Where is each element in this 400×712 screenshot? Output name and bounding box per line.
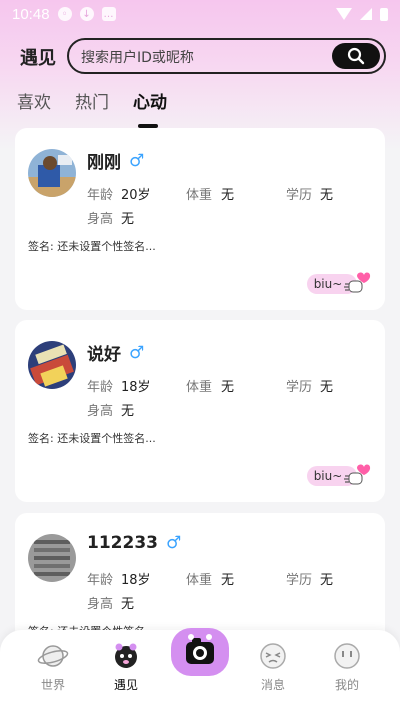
- tab-hot[interactable]: 热门: [75, 88, 109, 113]
- age-value: 20岁: [121, 188, 151, 203]
- signature-label: 签名:: [28, 240, 54, 253]
- meet-icon: [115, 643, 137, 668]
- wifi-icon: [336, 8, 352, 20]
- male-icon: ♂: [129, 150, 145, 171]
- biu-button[interactable]: biu~: [307, 268, 371, 294]
- nav-label: 遇见: [113, 678, 138, 692]
- avatar[interactable]: [28, 534, 76, 582]
- age-label: 年龄: [87, 380, 114, 395]
- profile-face-icon: [334, 643, 360, 669]
- height-value: 无: [121, 404, 135, 419]
- height-label: 身高: [87, 404, 114, 419]
- user-card[interactable]: 说好 ♂ 年龄 18岁 体重 无 学历 无 身高 无 签名: 还未设置个性签名.…: [15, 320, 385, 502]
- signature-text: 还未设置个性签名...: [57, 432, 156, 445]
- tab-bar: 喜欢 热门 心动: [0, 88, 400, 128]
- notification-icon: ◦: [57, 7, 72, 21]
- age-label: 年龄: [87, 573, 114, 588]
- height-value: 无: [121, 212, 135, 227]
- user-name: 112233: [87, 533, 158, 553]
- search-button[interactable]: [332, 43, 380, 69]
- camera-icon: [186, 634, 214, 664]
- heart-hand-icon: [344, 464, 371, 485]
- age-label: 年龄: [87, 188, 114, 203]
- planet-icon: [37, 645, 69, 667]
- nav-profile[interactable]: 我的: [317, 642, 377, 693]
- nav-meet[interactable]: 遇见: [96, 642, 156, 693]
- nav-world[interactable]: 世界: [23, 642, 83, 693]
- weight-value: 无: [221, 188, 235, 203]
- biu-button[interactable]: biu~: [307, 460, 371, 486]
- height-value: 无: [121, 597, 135, 612]
- user-name: 刚刚: [87, 153, 121, 173]
- age-value: 18岁: [121, 380, 151, 395]
- status-time: 10:48: [12, 5, 50, 23]
- weight-value: 无: [221, 573, 235, 588]
- tab-like[interactable]: 喜欢: [17, 88, 51, 113]
- download-icon: ↓: [79, 7, 94, 21]
- male-icon: ♂: [129, 342, 145, 363]
- signature: 签名: 还未设置个性签名...: [28, 430, 156, 446]
- age-value: 18岁: [121, 573, 151, 588]
- header: 遇见 搜索用户ID或昵称: [0, 38, 400, 74]
- signature: 签名: 还未设置个性签名...: [28, 238, 156, 254]
- nav-label: 世界: [40, 678, 65, 692]
- nav-messages[interactable]: 消息: [243, 642, 303, 693]
- weight-label: 体重: [186, 188, 213, 203]
- avatar[interactable]: [28, 341, 76, 389]
- weight-label: 体重: [186, 380, 213, 395]
- tab-heartbeat[interactable]: 心动: [133, 88, 167, 113]
- signature-text: 还未设置个性签名...: [57, 240, 156, 253]
- avatar[interactable]: [28, 149, 76, 197]
- nav-label: 消息: [260, 678, 285, 692]
- search-placeholder: 搜索用户ID或昵称: [81, 50, 194, 66]
- education-label: 学历: [286, 573, 313, 588]
- heart-hand-icon: [344, 272, 371, 293]
- education-value: 无: [320, 188, 334, 203]
- page-title: 遇见: [20, 48, 56, 69]
- education-value: 无: [320, 573, 334, 588]
- education-label: 学历: [286, 188, 313, 203]
- height-label: 身高: [87, 597, 114, 612]
- bottom-nav: 世界 遇见 消息 我的: [0, 628, 400, 712]
- nav-label: 我的: [334, 678, 359, 692]
- battery-icon: [380, 7, 388, 21]
- height-label: 身高: [87, 212, 114, 227]
- center-camera-button[interactable]: [171, 628, 229, 676]
- signature-label: 签名:: [28, 432, 54, 445]
- message-face-icon: [260, 643, 286, 669]
- signal-icon: [360, 8, 372, 20]
- app-notification-icon: …: [101, 7, 116, 21]
- weight-value: 无: [221, 380, 235, 395]
- search-input[interactable]: 搜索用户ID或昵称: [67, 38, 386, 74]
- weight-label: 体重: [186, 573, 213, 588]
- search-icon: [347, 47, 365, 65]
- education-value: 无: [320, 380, 334, 395]
- education-label: 学历: [286, 380, 313, 395]
- user-card[interactable]: 刚刚 ♂ 年龄 20岁 体重 无 学历 无 身高 无 签名: 还未设置个性签名.…: [15, 128, 385, 310]
- user-name: 说好: [87, 345, 121, 365]
- status-bar: 10:48 ◦ ↓ …: [0, 0, 400, 28]
- male-icon: ♂: [165, 533, 182, 553]
